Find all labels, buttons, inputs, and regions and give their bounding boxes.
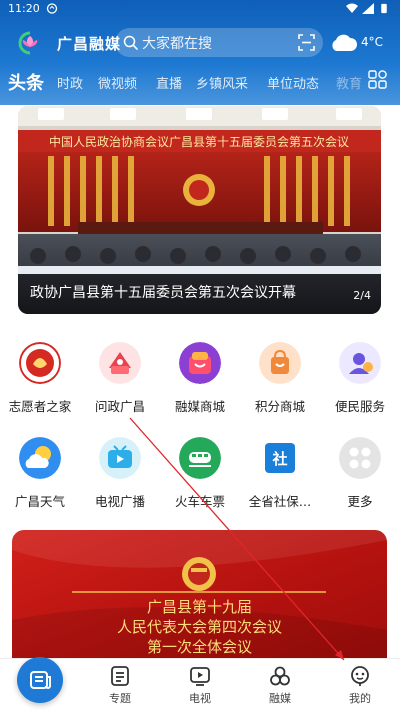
shop-icon xyxy=(179,342,221,384)
service-label: 融媒商城 xyxy=(174,399,225,414)
service-label: 志愿者之家 xyxy=(8,399,72,414)
channel-grid-icon[interactable] xyxy=(368,70,387,89)
poster-line-3: 第一次全体会议 xyxy=(146,638,252,656)
banner-pager: 2/4 xyxy=(353,289,371,302)
service-volunteer[interactable]: 志愿者之家 xyxy=(0,342,80,422)
service-label: 火车车票 xyxy=(174,494,225,509)
more-icon xyxy=(339,437,381,479)
status-bar: 11:20 xyxy=(0,0,400,18)
social-security-icon: 社 xyxy=(265,443,295,473)
tab-towns[interactable]: 乡镇风采 xyxy=(196,73,248,92)
nav-media[interactable]: 融媒 xyxy=(250,666,310,708)
search-icon xyxy=(123,35,138,50)
service-more[interactable]: 更多 xyxy=(320,437,400,517)
tv-icon xyxy=(99,437,141,479)
nav-label: 电视 xyxy=(189,692,211,705)
tab-live[interactable]: 直播 xyxy=(156,73,182,92)
service-label: 问政广昌 xyxy=(94,399,145,414)
tab-politics[interactable]: 时政 xyxy=(57,73,83,92)
profile-icon xyxy=(351,666,369,686)
app-name: 广昌融媒 xyxy=(57,35,122,53)
notification-icon xyxy=(46,3,58,14)
service-weather[interactable]: 广昌天气 xyxy=(0,437,80,517)
service-social-security[interactable]: 社 全省社保… xyxy=(240,437,320,517)
weather-icon xyxy=(19,437,61,479)
signal-icon xyxy=(362,3,374,14)
home-news-button[interactable] xyxy=(17,657,63,703)
cloud-icon xyxy=(332,34,357,51)
topic-icon xyxy=(111,666,129,686)
service-icon xyxy=(339,342,381,384)
tab-units[interactable]: 单位动态 xyxy=(267,73,319,92)
weather-temp: 4°C xyxy=(361,35,384,49)
service-label: 电视广播 xyxy=(94,494,145,509)
svg-text:社: 社 xyxy=(271,450,287,468)
service-points-shop[interactable]: 积分商城 xyxy=(240,342,320,422)
nav-profile[interactable]: 我的 xyxy=(330,666,390,708)
tv-icon xyxy=(190,667,210,686)
news-icon xyxy=(30,671,51,689)
service-label: 积分商城 xyxy=(254,399,305,414)
promo-poster[interactable]: 广昌县第十九届 人民代表大会第四次会议 第一次全体会议 xyxy=(12,530,387,665)
service-label: 更多 xyxy=(347,494,373,509)
poster-line-2: 人民代表大会第四次会议 xyxy=(116,618,282,636)
service-tv-radio[interactable]: 电视广播 xyxy=(80,437,160,517)
nav-label: 专题 xyxy=(109,692,131,705)
search-bar[interactable]: 大家都在搜 xyxy=(115,28,323,57)
points-shop-icon xyxy=(259,342,301,384)
service-label: 便民服务 xyxy=(334,399,385,414)
nav-label: 融媒 xyxy=(269,692,291,705)
service-train[interactable]: 火车车票 xyxy=(160,437,240,517)
service-shop[interactable]: 融媒商城 xyxy=(160,342,240,422)
service-inquiry[interactable]: 问政广昌 xyxy=(80,342,160,422)
media-icon xyxy=(270,666,290,686)
inquiry-icon xyxy=(99,342,141,384)
nav-tv[interactable]: 电视 xyxy=(170,666,230,708)
battery-icon xyxy=(381,3,387,14)
train-icon xyxy=(179,437,221,479)
header-weather[interactable]: 4°C xyxy=(330,30,396,56)
app-logo: 广昌融媒 xyxy=(17,31,120,55)
poster-line-1: 广昌县第十九届 xyxy=(146,598,252,616)
channel-tabs: 头条 时政 微视频 直播 乡镇风采 单位动态 教育 xyxy=(0,66,365,96)
volunteer-icon xyxy=(19,342,61,384)
search-placeholder: 大家都在搜 xyxy=(142,36,212,52)
banner-slogan: 中国人民政治协商会议广昌县第十五届委员会第五次会议 xyxy=(49,134,349,149)
service-label: 广昌天气 xyxy=(14,494,65,509)
tab-headline[interactable]: 头条 xyxy=(8,69,44,95)
service-convenience[interactable]: 便民服务 xyxy=(320,342,400,422)
scan-icon[interactable] xyxy=(298,34,315,51)
banner-caption: 政协广昌县第十五届委员会第五次会议开幕 xyxy=(30,285,296,301)
nav-topic[interactable]: 专题 xyxy=(90,666,150,708)
tab-education[interactable]: 教育 xyxy=(336,73,362,92)
wifi-icon xyxy=(346,3,358,13)
nav-label: 我的 xyxy=(349,692,371,705)
status-time: 11:20 xyxy=(8,2,40,15)
headline-banner[interactable]: 中国人民政治协商会议广昌县第十五届委员会第五次会议 政协广昌县第十五届委员会第五… xyxy=(18,106,381,314)
logo-icon xyxy=(18,31,38,55)
service-label: 全省社保… xyxy=(248,494,312,509)
tab-micro-video[interactable]: 微视频 xyxy=(98,73,137,92)
